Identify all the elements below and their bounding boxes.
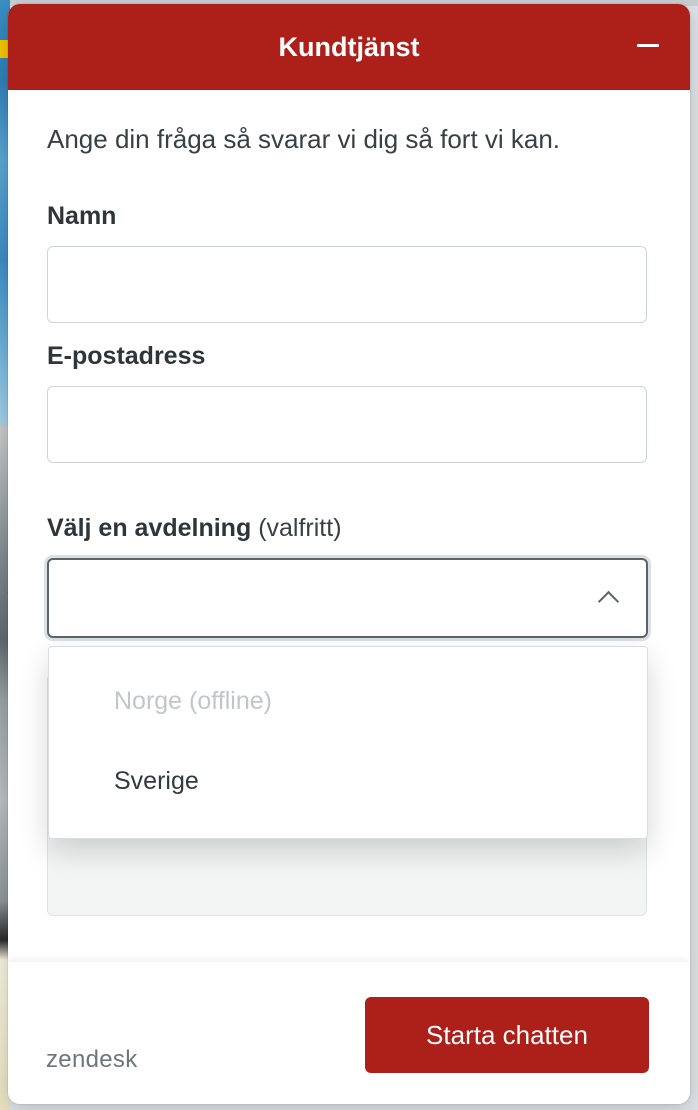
option-sverige[interactable]: Sverige <box>114 767 199 796</box>
intro-text: Ange din fråga så svarar vi dig så fort … <box>47 124 561 154</box>
name-field[interactable] <box>47 246 647 323</box>
widget-title: Kundtjänst <box>278 32 420 62</box>
department-label: Välj en avdelning (valfritt) <box>47 514 342 543</box>
email-label: E-postadress <box>47 342 206 370</box>
zendesk-logo[interactable]: zendesk <box>46 1046 138 1074</box>
widget-header: Kundtjänst <box>8 4 690 90</box>
chat-widget: Kundtjänst Ange din fråga så svarar vi d… <box>8 4 690 1104</box>
start-chat-button[interactable]: Starta chatten <box>365 997 649 1073</box>
option-norge: Norge (offline) <box>114 687 272 715</box>
department-select[interactable] <box>47 558 648 638</box>
department-label-text: Välj en avdelning <box>47 514 252 542</box>
chevron-up-icon <box>597 590 620 613</box>
name-label: Namn <box>47 202 117 230</box>
optional-hint: (valfritt) <box>258 514 342 542</box>
minimize-button[interactable] <box>628 26 668 66</box>
widget-footer: zendesk Starta chatten <box>8 962 690 1104</box>
minus-icon <box>637 44 659 47</box>
department-dropdown: Norge (offline) Sverige <box>48 646 648 839</box>
email-field[interactable] <box>47 386 647 463</box>
